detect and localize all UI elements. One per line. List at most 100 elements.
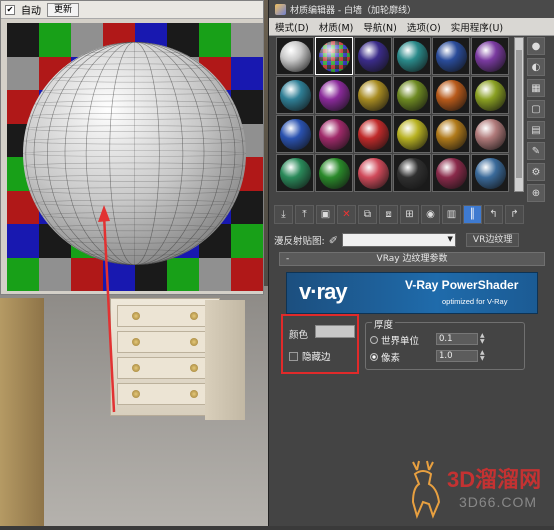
thickness-label: 厚度 <box>372 317 396 331</box>
video-color-check-icon[interactable]: ▤ <box>527 121 545 139</box>
material-slot[interactable] <box>471 76 509 114</box>
backlight-icon[interactable]: ◐ <box>527 58 545 76</box>
material-sphere-icon <box>435 157 467 189</box>
uv-tiling-icon[interactable]: ▢ <box>527 100 545 118</box>
show-end-result-icon[interactable]: ║ <box>463 205 482 224</box>
go-to-parent-icon[interactable]: ↰ <box>484 205 503 224</box>
slot-scrollbar[interactable] <box>514 37 524 192</box>
world-units-label: 世界单位 <box>381 336 420 347</box>
material-sphere-icon <box>357 157 389 189</box>
material-slot[interactable] <box>276 154 314 192</box>
material-slot-grid <box>276 37 512 193</box>
material-slot[interactable] <box>315 154 353 192</box>
copy-icon[interactable]: ⧉ <box>358 205 377 224</box>
material-sphere-icon <box>318 40 350 72</box>
material-slot[interactable] <box>471 154 509 192</box>
pixels-label: 像素 <box>381 353 401 364</box>
map-type-button[interactable]: VR边纹理 <box>465 233 520 247</box>
material-sphere-icon <box>357 118 389 150</box>
world-units-radio[interactable] <box>370 336 378 344</box>
menu-utilities[interactable]: 实用程序(U) <box>451 20 503 34</box>
select-by-material-icon[interactable]: ⊕ <box>527 184 545 202</box>
watermark: 3D溜溜网 3D66.COM <box>401 460 551 530</box>
material-slot[interactable] <box>354 37 392 75</box>
map-label: 漫反射贴图: <box>274 236 325 247</box>
spinner-arrows-icon[interactable]: ▲ ▼ <box>480 333 487 345</box>
material-slot[interactable] <box>276 76 314 114</box>
material-sphere-icon <box>396 118 428 150</box>
get-material-icon[interactable]: ⤓ <box>274 205 293 224</box>
material-slot[interactable] <box>315 76 353 114</box>
scrollbar-thumb[interactable] <box>516 50 522 178</box>
world-units-spinner[interactable]: 0.1 <box>436 333 478 345</box>
banner-title: V-Ray PowerShader <box>405 278 519 292</box>
deer-logo-icon <box>411 460 441 519</box>
eyedropper-icon[interactable]: ✐ <box>329 234 338 247</box>
material-sphere-icon <box>357 40 389 72</box>
red-highlight-box <box>281 314 359 374</box>
material-sphere-icon <box>435 40 467 72</box>
material-slot[interactable] <box>393 37 431 75</box>
material-slot[interactable] <box>471 115 509 153</box>
map-row: 漫反射贴图: ✐ VR边纹理 <box>274 232 550 248</box>
sample-type-icon[interactable]: ● <box>527 37 545 55</box>
material-slot[interactable] <box>276 115 314 153</box>
material-slot[interactable] <box>315 115 353 153</box>
material-sphere-icon <box>279 118 311 150</box>
watermark-text: 3D溜溜网 <box>447 467 542 492</box>
put-to-scene-icon[interactable]: ⤒ <box>295 205 314 224</box>
material-sphere-icon <box>474 157 506 189</box>
material-sphere-icon <box>318 118 350 150</box>
material-slot[interactable] <box>354 154 392 192</box>
material-slot[interactable] <box>393 154 431 192</box>
material-sphere-icon <box>474 40 506 72</box>
material-slot[interactable] <box>432 37 470 75</box>
material-slot[interactable] <box>432 76 470 114</box>
window-title: 材质编辑器 - 白墙（加轮廓线） <box>290 5 416 16</box>
material-slot[interactable] <box>354 76 392 114</box>
put-to-library-icon[interactable]: ⊞ <box>400 205 419 224</box>
rollout-header[interactable]: VRay 边纹理参数 <box>279 252 545 266</box>
banner-subtitle: optimized for V-Ray <box>442 297 508 306</box>
material-editor-window[interactable]: 材质编辑器 - 白墙（加轮廓线） 模式(D) 材质(M) 导航(N) 选项(O)… <box>268 0 554 526</box>
spinner-arrows-icon[interactable]: ▲ ▼ <box>480 350 487 362</box>
thickness-group: 厚度 世界单位 0.1 ▲ ▼ 像素 1.0 ▲ ▼ <box>365 317 525 370</box>
material-slot[interactable] <box>432 115 470 153</box>
material-slot[interactable] <box>393 115 431 153</box>
menu-navigation[interactable]: 导航(N) <box>363 20 397 34</box>
material-id-icon[interactable]: ◉ <box>421 205 440 224</box>
go-forward-icon[interactable]: ↱ <box>505 205 524 224</box>
material-sphere-icon <box>435 79 467 111</box>
menu-material[interactable]: 材质(M) <box>319 20 354 34</box>
bottom-toolbar: ⤓ ⤒ ▣ ✕ ⧉ ⧈ ⊞ ◉ ▥ ║ ↰ ↱ <box>274 205 524 225</box>
vray-logo: v·ray <box>299 279 348 304</box>
material-slot[interactable] <box>315 37 353 75</box>
material-slot[interactable] <box>471 37 509 75</box>
make-unique-icon[interactable]: ⧈ <box>379 205 398 224</box>
menu-options[interactable]: 选项(O) <box>407 20 441 34</box>
material-sphere-icon <box>318 157 350 189</box>
delete-icon[interactable]: ✕ <box>337 205 356 224</box>
material-sphere-icon <box>279 157 311 189</box>
pixels-row: 像素 <box>370 350 400 364</box>
material-slot[interactable] <box>276 37 314 75</box>
pixels-spinner[interactable]: 1.0 <box>436 350 478 362</box>
material-slot[interactable] <box>393 76 431 114</box>
material-sphere-icon <box>474 79 506 111</box>
material-sphere-icon <box>396 157 428 189</box>
material-sphere-icon <box>357 79 389 111</box>
material-sphere-icon <box>279 40 311 72</box>
menu-mode[interactable]: 模式(D) <box>275 20 309 34</box>
watermark-url: 3D66.COM <box>459 494 538 510</box>
map-dropdown[interactable] <box>341 233 456 247</box>
assign-material-icon[interactable]: ▣ <box>316 205 335 224</box>
show-map-icon[interactable]: ▥ <box>442 205 461 224</box>
vray-banner: v·ray V-Ray PowerShader optimized for V-… <box>286 272 538 314</box>
pixels-radio[interactable] <box>370 353 378 361</box>
make-preview-icon[interactable]: ✎ <box>527 142 545 160</box>
material-slot[interactable] <box>354 115 392 153</box>
material-slot[interactable] <box>432 154 470 192</box>
background-icon[interactable]: ▦ <box>527 79 545 97</box>
material-sphere-icon <box>396 79 428 111</box>
options-icon[interactable]: ⚙ <box>527 163 545 181</box>
